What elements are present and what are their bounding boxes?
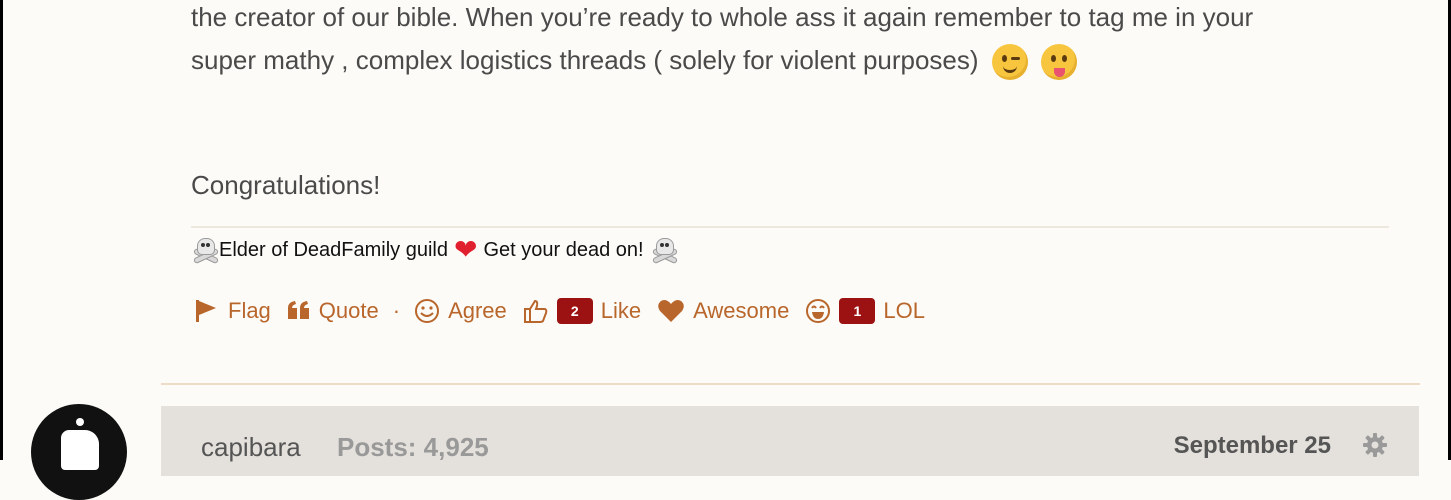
post-text-line-2: super mathy , complex logistics threads … bbox=[191, 44, 1078, 80]
winking-face-icon bbox=[991, 44, 1028, 80]
awesome-button[interactable]: Awesome bbox=[657, 298, 789, 324]
lol-label: LOL bbox=[883, 298, 925, 323]
agree-button[interactable]: Agree bbox=[414, 298, 507, 324]
skull-crossbones-icon bbox=[191, 236, 220, 265]
post-date[interactable]: September 25 bbox=[1174, 432, 1331, 460]
signature-left-text: Elder of DeadFamily guild bbox=[219, 238, 448, 261]
author-name-link[interactable]: capibara bbox=[201, 432, 301, 463]
reaction-bar: Flag Quote · Agree 2 Like Awesome 1 LOL bbox=[194, 298, 941, 324]
post-congratulations: Congratulations! bbox=[191, 170, 381, 200]
like-button[interactable]: 2 Like bbox=[523, 298, 641, 324]
awesome-label: Awesome bbox=[693, 298, 790, 323]
post-text-line-1: the creator of our bible. When you’re re… bbox=[191, 2, 1254, 32]
flag-label: Flag bbox=[228, 298, 271, 323]
post-author-bar: capibara Posts: 4,925 September 25 bbox=[161, 406, 1419, 476]
window-border-left bbox=[0, 0, 3, 460]
lol-count-badge: 1 bbox=[839, 298, 876, 324]
signature-divider bbox=[191, 226, 1389, 228]
like-count-badge: 2 bbox=[556, 298, 593, 324]
post-text-line-2-text: super mathy , complex logistics threads … bbox=[191, 44, 979, 75]
avatar[interactable] bbox=[31, 404, 127, 500]
face-with-tongue-icon bbox=[1041, 44, 1078, 80]
signature-right-text: Get your dead on! bbox=[483, 238, 644, 261]
laughing-face-icon bbox=[805, 298, 831, 324]
lol-button[interactable]: 1 LOL bbox=[805, 298, 925, 324]
smiley-icon bbox=[414, 298, 440, 324]
red-heart-icon: ❤ bbox=[454, 234, 478, 265]
agree-label: Agree bbox=[448, 298, 507, 323]
skull-crossbones-icon bbox=[650, 236, 678, 265]
heart-icon bbox=[657, 298, 685, 324]
post-divider bbox=[161, 383, 1420, 385]
author-post-count: Posts: 4,925 bbox=[337, 432, 489, 462]
quote-label: Quote bbox=[318, 298, 379, 323]
flag-icon bbox=[194, 298, 220, 324]
thumbs-up-icon bbox=[523, 298, 549, 324]
quote-button[interactable]: Quote bbox=[287, 298, 379, 324]
gear-icon[interactable] bbox=[1362, 432, 1388, 458]
like-label: Like bbox=[600, 298, 642, 323]
signature: Elder of DeadFamily guild ❤ Get your dea… bbox=[191, 234, 678, 265]
flag-button[interactable]: Flag bbox=[194, 298, 271, 324]
reaction-separator: · bbox=[392, 298, 401, 323]
quote-icon bbox=[287, 300, 311, 322]
